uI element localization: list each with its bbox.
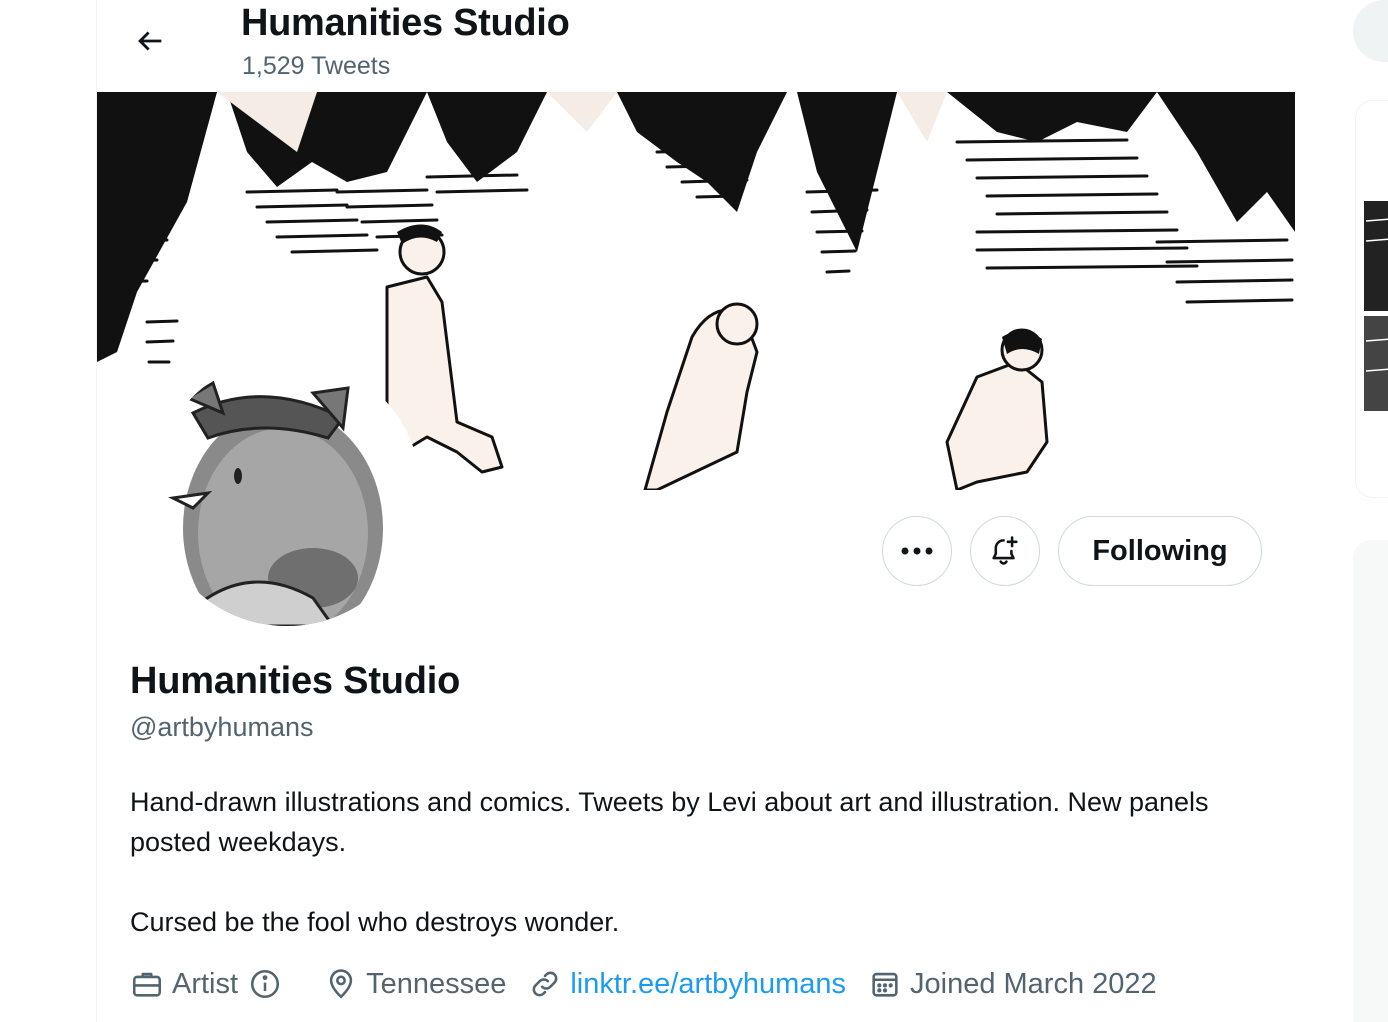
profile-column: Humanities Studio 1,529 Tweets Following… bbox=[96, 0, 1296, 1022]
profile-actions: Following bbox=[882, 516, 1262, 586]
arrow-left-icon bbox=[138, 31, 162, 51]
joined-label: Joined March 2022 bbox=[910, 967, 1157, 1000]
category-label: Artist bbox=[172, 967, 239, 1000]
following-label: Following bbox=[1092, 534, 1228, 567]
header-title: Humanities Studio bbox=[241, 2, 570, 44]
location-label: Tennessee bbox=[366, 967, 507, 1000]
profile-avatar[interactable] bbox=[153, 358, 421, 626]
more-dots-icon bbox=[901, 547, 933, 555]
bell-plus-icon bbox=[992, 536, 1018, 565]
category-item: Artist bbox=[130, 967, 290, 1001]
profile-handle: @artbyhumans bbox=[130, 712, 314, 742]
media-preview-image bbox=[1356, 101, 1388, 497]
more-button[interactable] bbox=[882, 516, 952, 586]
media-preview-card[interactable] bbox=[1355, 100, 1388, 498]
right-sidebar bbox=[1295, 0, 1388, 1022]
location-item: Tennessee bbox=[324, 967, 506, 1001]
briefcase-icon bbox=[132, 972, 162, 997]
location-pin-icon bbox=[329, 969, 353, 999]
profile-header: Humanities Studio 1,529 Tweets bbox=[97, 0, 1295, 92]
profile-name: Humanities Studio bbox=[130, 660, 461, 702]
left-gutter bbox=[0, 0, 97, 1022]
profile-bio: Hand-drawn illustrations and comics. Twe… bbox=[130, 782, 1270, 942]
joined-item: Joined March 2022 bbox=[868, 967, 1157, 1001]
link-icon bbox=[532, 971, 558, 997]
calendar-icon bbox=[872, 972, 898, 997]
following-button[interactable]: Following bbox=[1058, 516, 1262, 586]
website-link[interactable]: linktr.ee/artbyhumans bbox=[570, 968, 846, 1001]
bio-text: Hand-drawn illustrations and comics. Twe… bbox=[130, 787, 1209, 857]
back-button[interactable] bbox=[123, 14, 177, 68]
profile-meta: Artist Tennessee linktr.ee/artbyhumans J… bbox=[130, 962, 1179, 1006]
avatar-illustration bbox=[153, 358, 421, 626]
trends-card bbox=[1353, 540, 1388, 1022]
tweet-count: 1,529 Tweets bbox=[242, 52, 391, 80]
website-item: linktr.ee/artbyhumans bbox=[528, 967, 846, 1001]
bio-text: Cursed be the fool who destroys wonder. bbox=[130, 907, 620, 937]
notifications-button[interactable] bbox=[970, 516, 1040, 586]
search-box[interactable] bbox=[1353, 0, 1388, 62]
info-icon[interactable] bbox=[248, 967, 282, 1001]
